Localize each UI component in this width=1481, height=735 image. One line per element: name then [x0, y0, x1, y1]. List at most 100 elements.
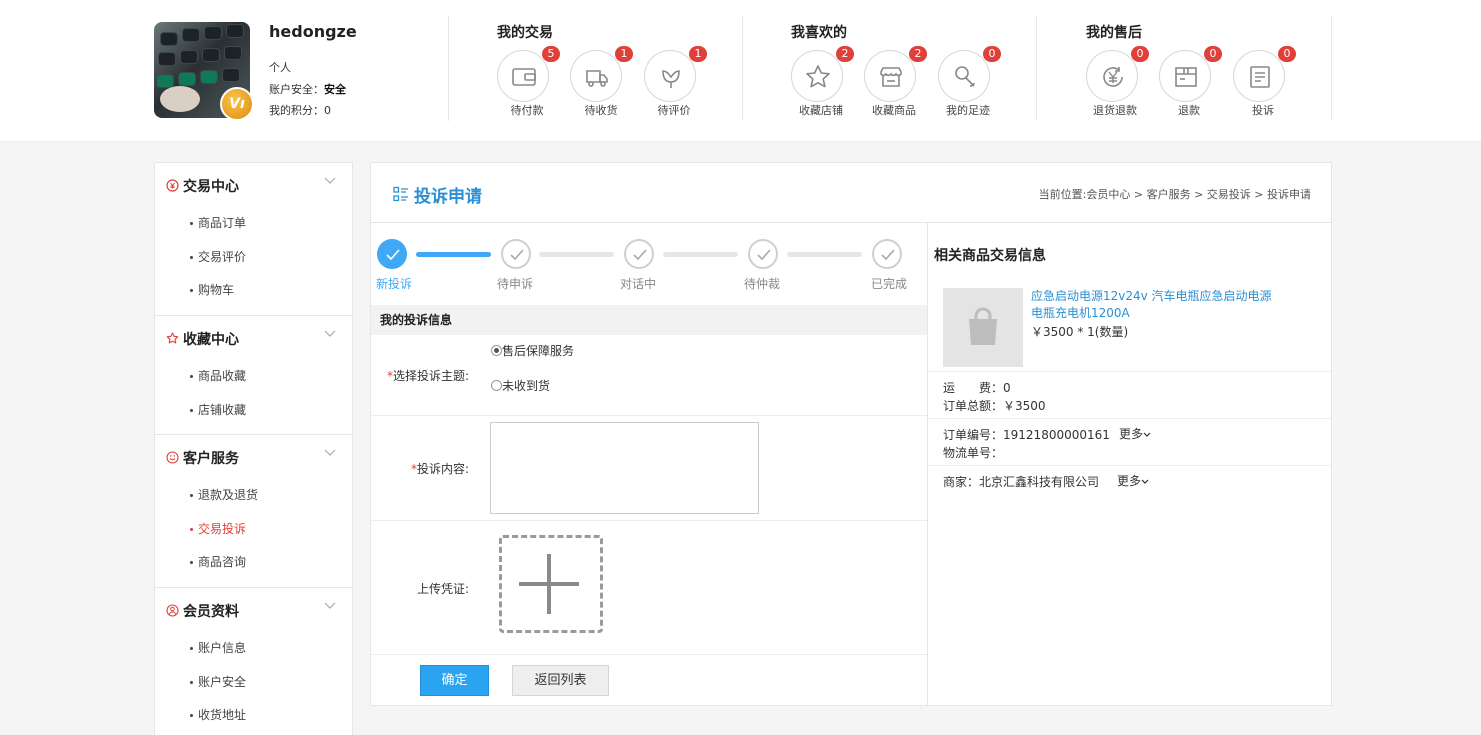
chevron-down-icon [1143, 432, 1151, 437]
sidebar-item-account-security[interactable]: 账户安全 [155, 666, 352, 700]
complaint-content-textarea[interactable] [490, 422, 759, 514]
order-number: 订单编号：19121800000161 [943, 426, 1110, 443]
points: 我的积分：0 [269, 100, 346, 122]
chevron-down-icon [324, 602, 336, 609]
chevron-down-icon [1141, 479, 1149, 484]
sidebar-group-trade: 交易中心 商品订单 交易评价 购物车 [155, 163, 352, 316]
step-check-icon [748, 239, 778, 269]
shipping-value: 0 [1003, 381, 1011, 395]
sidebar-item-refund-return[interactable]: 退款及退货 [155, 479, 352, 513]
footprint-icon[interactable] [938, 50, 990, 102]
product-price: ￥3500 * 1(数量) [1031, 325, 1129, 339]
header-divider [1331, 16, 1332, 121]
radio-label: 未收到货 [502, 379, 551, 393]
upload-proof-button[interactable] [499, 535, 603, 633]
subject-label: *选择投诉主题: [386, 369, 469, 383]
badge-count: 1 [689, 46, 707, 62]
sidebar-item-orders[interactable]: 商品订单 [155, 207, 352, 241]
vip-badge-icon: Vı [220, 87, 254, 121]
box-icon[interactable] [1159, 50, 1211, 102]
step-connector [663, 252, 738, 257]
sidebar-item-complaints[interactable]: 交易投诉 [155, 513, 352, 547]
order-more-toggle[interactable]: 更多 [1119, 425, 1151, 442]
header-divider [448, 16, 449, 121]
truck-icon[interactable] [570, 50, 622, 102]
order-total: 订单总额：￥3500 [943, 397, 1046, 414]
step-connector [416, 252, 491, 257]
sidebar-item-label: 交易评价 [198, 249, 247, 264]
header-link-complaint[interactable]: 投诉 [1225, 102, 1301, 118]
header-link-fav-stores[interactable]: 收藏店铺 [783, 102, 859, 118]
sidebar-item-fav-goods[interactable]: 商品收藏 [155, 360, 352, 394]
sidebar-item-fav-stores[interactable]: 店铺收藏 [155, 394, 352, 428]
sidebar-group-profile: 会员资料 账户信息 账户安全 收货地址 [155, 588, 352, 735]
sidebar-item-cart[interactable]: 购物车 [155, 274, 352, 308]
document-icon[interactable] [1233, 50, 1285, 102]
user-circle-icon [166, 604, 179, 617]
header-link-pending-review[interactable]: 待评价 [636, 102, 712, 118]
upload-label: 上传凭证: [416, 582, 469, 596]
radio-label: 售后保障服务 [502, 344, 575, 358]
shipping-label: 运 费： [943, 381, 1004, 395]
related-info-title: 相关商品交易信息 [934, 248, 1046, 264]
header-link-pending-receipt[interactable]: 待收货 [563, 102, 639, 118]
sidebar-group-title: 客户服务 [183, 451, 239, 467]
sidebar-item-address[interactable]: 收货地址 [155, 699, 352, 733]
header-link-pending-payment[interactable]: 待付款 [489, 102, 565, 118]
yen-return-icon[interactable] [1086, 50, 1138, 102]
flower-icon[interactable] [644, 50, 696, 102]
shipping-fee: 运 费：0 [943, 379, 1011, 396]
step-label: 已完成 [871, 277, 908, 291]
sidebar-item-label: 店铺收藏 [198, 402, 247, 417]
security-label: 账户安全： [269, 82, 324, 96]
product-image[interactable] [943, 288, 1023, 367]
header-link-refund[interactable]: 退款 [1151, 102, 1227, 118]
account-type: 个人 [269, 61, 291, 74]
badge-count: 2 [909, 46, 927, 62]
wallet-icon[interactable] [497, 50, 549, 102]
sidebar-group-header[interactable]: 客户服务 [155, 435, 352, 479]
sidebar-item-label: 收货地址 [198, 708, 247, 722]
sidebar-item-reviews[interactable]: 交易评价 [155, 241, 352, 275]
store-icon[interactable] [864, 50, 916, 102]
header-link-footprint[interactable]: 我的足迹 [930, 102, 1006, 118]
back-to-list-button[interactable]: 返回列表 [512, 665, 609, 696]
sidebar-item-label: 商品咨询 [198, 555, 247, 569]
header-link-fav-goods[interactable]: 收藏商品 [856, 102, 932, 118]
sidebar-group-header[interactable]: 会员资料 [155, 588, 352, 632]
sidebar-group-header[interactable]: 收藏中心 [155, 316, 352, 360]
star-outline-icon [166, 332, 179, 344]
chevron-down-icon [324, 177, 336, 184]
more-label: 更多 [1117, 474, 1142, 488]
badge-count: 0 [1204, 46, 1222, 62]
radio-aftersale-service[interactable]: 售后保障服务 [491, 342, 574, 359]
product-name-link[interactable]: 应急启动电源12v24v 汽车电瓶应急启动电源电瓶充电机1200A [1031, 288, 1281, 322]
group-title-favorites: 我喜欢的 [791, 25, 847, 41]
security-value: 安全 [324, 82, 346, 96]
chevron-down-icon [324, 449, 336, 456]
sidebar-group-header[interactable]: 交易中心 [155, 163, 352, 207]
badge-count: 0 [1278, 46, 1296, 62]
divider [928, 371, 1331, 372]
merchant-more-toggle[interactable]: 更多 [1117, 472, 1149, 489]
progress-steps: 新投诉 待申诉 对话中 待仲裁 已完成 [371, 223, 927, 305]
step-label: 新投诉 [376, 277, 413, 291]
header-link-return-refund[interactable]: 退货退款 [1077, 102, 1153, 118]
badge-count: 0 [983, 46, 1001, 62]
confirm-button[interactable]: 确定 [420, 665, 489, 696]
panel-header: 投诉申请 当前位置:会员中心 > 客户服务 > 交易投诉 > 投诉申请 [371, 163, 1331, 223]
sidebar-item-account-info[interactable]: 账户信息 [155, 632, 352, 666]
star-icon[interactable] [791, 50, 843, 102]
group-title-trade: 我的交易 [497, 25, 553, 41]
header-divider [742, 16, 743, 121]
radio-not-received[interactable]: 未收到货 [491, 377, 550, 394]
badge-count: 5 [542, 46, 560, 62]
merchant: 商家：北京汇鑫科技有限公司 [943, 473, 1099, 490]
sidebar-item-label: 商品收藏 [198, 369, 247, 383]
breadcrumb[interactable]: 当前位置:会员中心 > 客户服务 > 交易投诉 > 投诉申请 [1039, 186, 1311, 202]
total-value: ￥3500 [1003, 399, 1046, 413]
more-label: 更多 [1119, 427, 1144, 441]
order-no-value: 19121800000161 [1003, 428, 1110, 442]
sidebar-item-consult[interactable]: 商品咨询 [155, 546, 352, 580]
sidebar-group-title: 交易中心 [183, 179, 239, 195]
